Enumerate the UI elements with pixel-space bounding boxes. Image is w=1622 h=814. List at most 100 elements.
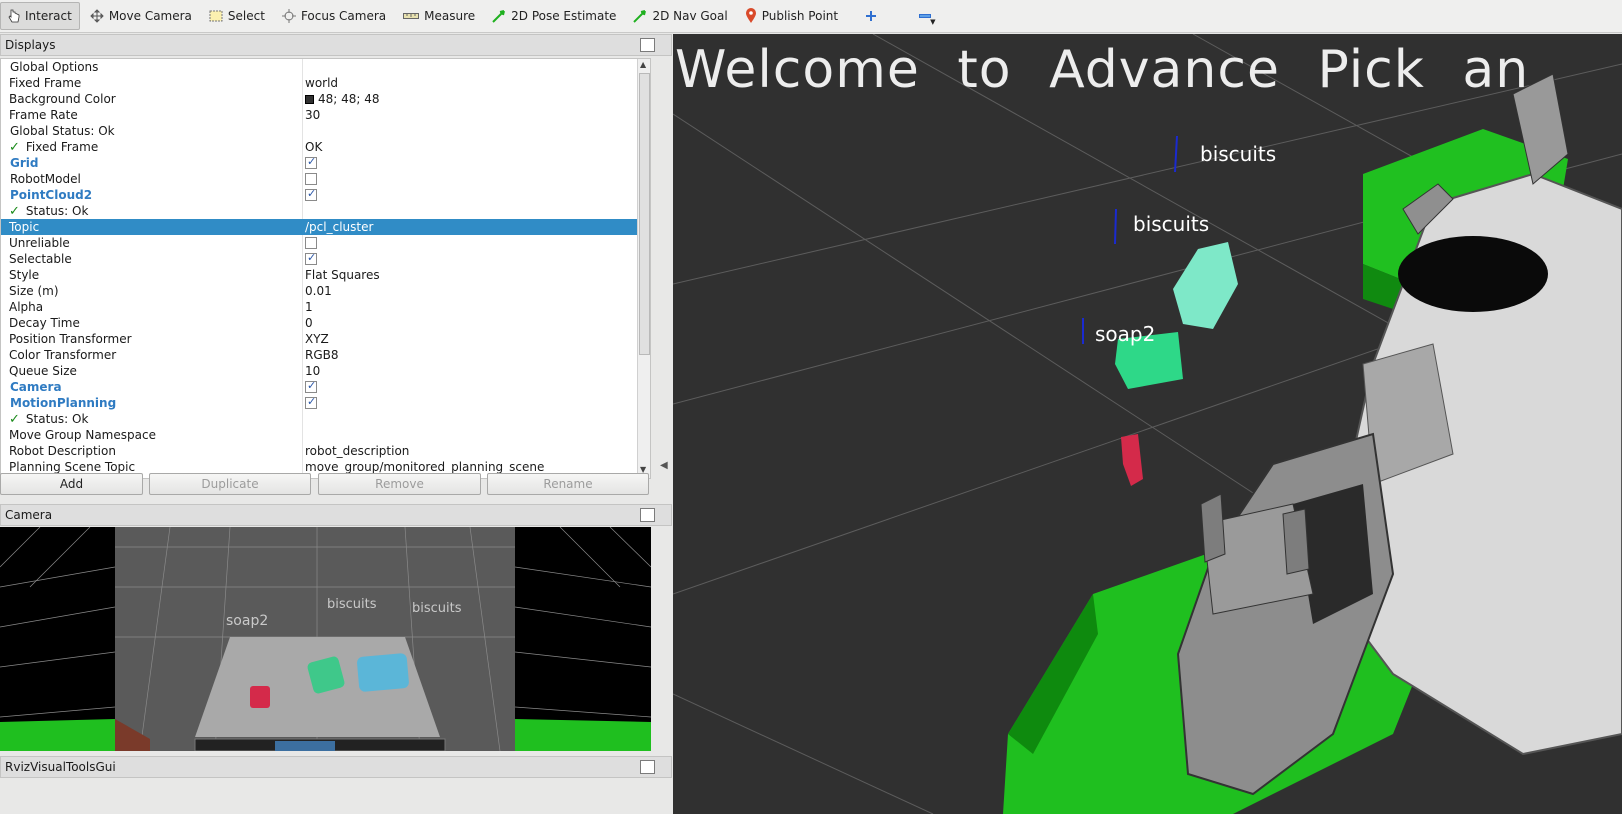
float-panel-button[interactable]	[640, 760, 655, 774]
scroll-up-icon[interactable]: ▲	[640, 60, 646, 69]
tool-focus-camera[interactable]: Focus Camera	[275, 2, 393, 30]
tool-select[interactable]: Select	[202, 2, 272, 30]
tree-row[interactable]: Robot Description robot_description	[1, 443, 650, 459]
tree-row[interactable]: Fixed Frame world	[1, 75, 650, 91]
tree-row-value[interactable]: 0	[305, 316, 313, 330]
tree-row[interactable]: Selectable	[1, 251, 650, 267]
tree-row-value[interactable]: OK	[305, 140, 322, 154]
tree-row-value[interactable]: world	[305, 76, 338, 90]
biscuits-point-cloud	[1173, 242, 1238, 329]
tree-row[interactable]: Decay Time 0	[1, 315, 650, 331]
tree-row[interactable]: Frame Rate 30	[1, 107, 650, 123]
tree-row[interactable]: Topic/pcl_cluster	[1, 219, 650, 235]
tree-row-value[interactable]: RGB8	[305, 348, 339, 362]
tree-row-name: ✓ Status: Ok	[9, 204, 88, 219]
tree-row[interactable]: Position Transformer XYZ	[1, 331, 650, 347]
tool-label: 2D Pose Estimate	[511, 9, 617, 23]
tree-row[interactable]: Alpha 1	[1, 299, 650, 315]
tree-row[interactable]: Camera	[1, 379, 650, 395]
float-panel-button[interactable]	[640, 508, 655, 522]
tree-row-name: Camera	[10, 380, 62, 394]
label-biscuits-top: biscuits	[1200, 142, 1276, 166]
tree-row-value[interactable]	[305, 251, 317, 265]
tree-row-value[interactable]: Flat Squares	[305, 268, 380, 282]
tree-row-value-text: RGB8	[305, 348, 339, 362]
tree-row-value[interactable]: XYZ	[305, 332, 329, 346]
add-button[interactable]: Add	[0, 473, 143, 495]
checkbox[interactable]	[305, 173, 317, 185]
checkbox[interactable]	[305, 251, 317, 265]
scrollbar-thumb[interactable]	[639, 73, 650, 355]
tree-row[interactable]: ✓ Fixed Frame OK	[1, 139, 650, 155]
tool-move-camera[interactable]: Move Camera	[83, 2, 199, 30]
remove-button[interactable]: Remove	[318, 473, 481, 495]
tool-2d-nav-goal[interactable]: 2D Nav Goal	[626, 2, 734, 30]
tree-row-value[interactable]	[305, 395, 317, 409]
tree-row[interactable]: PointCloud2	[1, 187, 650, 203]
checkbox[interactable]	[305, 395, 317, 409]
tree-row-value[interactable]: 30	[305, 108, 320, 122]
camera-image-view[interactable]: soap2 biscuits biscuits	[0, 527, 651, 751]
rename-button[interactable]: Rename	[487, 473, 649, 495]
checkbox[interactable]	[305, 379, 317, 393]
robot-gripper-finger-right	[1282, 508, 1310, 575]
remove-tool-button[interactable]: ▼	[912, 2, 943, 30]
3d-scene: biscuits biscuits soap2 Welcome to Advan…	[673, 34, 1622, 814]
tree-row-label: Fixed Frame	[25, 140, 99, 154]
tree-row-value[interactable]: /pcl_cluster	[305, 220, 373, 234]
tree-row-value[interactable]: 48; 48; 48	[305, 92, 380, 106]
tree-row-value[interactable]: robot_description	[305, 444, 409, 458]
tool-label: 2D Nav Goal	[652, 9, 728, 23]
tree-scrollbar[interactable]: ▲ ▼	[637, 59, 650, 478]
tree-row-label: Planning Scene Topic	[9, 460, 136, 474]
checkbox[interactable]	[305, 187, 317, 201]
tree-row[interactable]: Grid	[1, 155, 650, 171]
tree-row[interactable]: RobotModel	[1, 171, 650, 187]
tree-row[interactable]: Background Color 48; 48; 48	[1, 91, 650, 107]
tree-row-label: Decay Time	[9, 316, 80, 330]
map-pin-icon	[745, 8, 756, 23]
tree-row[interactable]: Color Transformer RGB8	[1, 347, 650, 363]
camera-biscuits-object-2	[357, 653, 409, 692]
checkbox[interactable]	[305, 237, 317, 249]
tree-row[interactable]: Global Options	[1, 59, 650, 75]
float-panel-button[interactable]	[640, 38, 655, 52]
3d-render-view[interactable]: biscuits biscuits soap2 Welcome to Advan…	[673, 34, 1622, 814]
tree-row[interactable]: MotionPlanning	[1, 395, 650, 411]
collapse-left-icon[interactable]: ◀	[660, 460, 668, 471]
duplicate-button[interactable]: Duplicate	[149, 473, 311, 495]
tree-row-value[interactable]: 1	[305, 300, 313, 314]
tree-row[interactable]: Unreliable	[1, 235, 650, 251]
tree-row-label: Camera	[10, 380, 62, 394]
tool-interact[interactable]: Interact	[0, 2, 80, 30]
tree-row[interactable]: ✓ Status: Ok	[1, 411, 650, 427]
tree-rows: Global Options Fixed Frame world Background…	[1, 59, 650, 475]
tree-row-value[interactable]	[305, 379, 317, 393]
camera-robot-green-right	[515, 719, 651, 751]
add-tool-button[interactable]	[858, 2, 889, 30]
tree-row-name: Color Transformer	[9, 348, 116, 362]
tree-row[interactable]: ✓ Status: Ok	[1, 203, 650, 219]
tree-row[interactable]: Queue Size 10	[1, 363, 650, 379]
tree-row-value[interactable]: 10	[305, 364, 320, 378]
tool-measure[interactable]: Measure	[396, 2, 482, 30]
tree-row-name: Global Options	[10, 60, 98, 74]
tool-2d-pose-estimate[interactable]: 2D Pose Estimate	[485, 2, 623, 30]
tree-row-value-text: /pcl_cluster	[305, 220, 374, 234]
tree-row-value[interactable]	[305, 155, 317, 169]
tree-row-value[interactable]: 0.01	[305, 284, 332, 298]
rviz-gui-title: RvizVisualToolsGui	[5, 760, 116, 774]
tree-row-value[interactable]: move_group/monitored_planning_scene	[305, 460, 544, 474]
tree-row[interactable]: Size (m) 0.01	[1, 283, 650, 299]
tree-row[interactable]: Global Status: Ok	[1, 123, 650, 139]
checkbox[interactable]	[305, 155, 317, 169]
tree-row-value[interactable]	[305, 237, 317, 249]
tree-row-value[interactable]	[305, 173, 317, 185]
tree-row[interactable]: Style Flat Squares	[1, 267, 650, 283]
tree-row-label: Unreliable	[9, 236, 70, 250]
tree-row[interactable]: Move Group Namespace	[1, 427, 650, 443]
camera-label-biscuits-2: biscuits	[412, 601, 462, 616]
displays-tree[interactable]: Global Options Fixed Frame world Background…	[0, 58, 651, 479]
tree-row-value[interactable]	[305, 187, 317, 201]
tool-publish-point[interactable]: Publish Point	[738, 2, 845, 30]
